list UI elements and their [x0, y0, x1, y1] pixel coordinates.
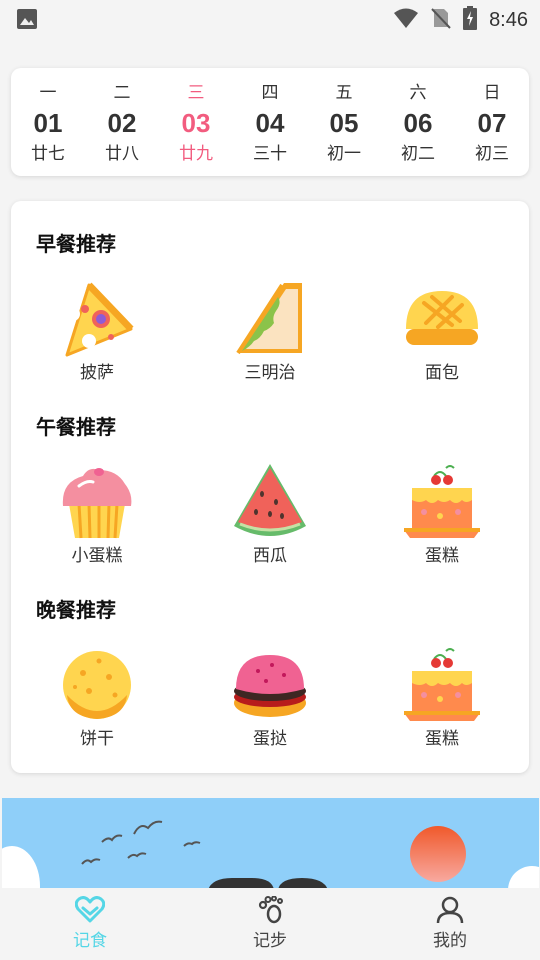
day-sat[interactable]: 六 06 初二	[381, 68, 455, 176]
status-bar: 8:46	[0, 0, 540, 38]
food-name: 蛋挞	[253, 729, 287, 749]
food-name: 西瓜	[253, 546, 287, 566]
tab-food-log[interactable]: 记食	[0, 888, 180, 960]
food-name: 饼干	[80, 729, 114, 749]
cake-icon	[404, 465, 480, 538]
cupcake-icon	[62, 468, 132, 539]
food-item-cupcake[interactable]: 小蛋糕	[27, 464, 167, 568]
sandwich-icon	[236, 283, 302, 355]
food-item-cake[interactable]: 蛋糕	[372, 464, 512, 568]
lunar-date: 廿九	[179, 144, 213, 164]
footprint-icon	[258, 896, 283, 924]
lunar-date: 廿七	[31, 144, 65, 164]
tab-steps[interactable]: 记步	[180, 888, 360, 960]
bread-icon	[406, 291, 478, 345]
food-name: 披萨	[80, 363, 114, 383]
weekday-label: 五	[335, 83, 353, 103]
sky-banner	[2, 798, 539, 890]
food-item-watermelon[interactable]: 西瓜	[200, 464, 340, 568]
tab-profile[interactable]: 我的	[360, 888, 540, 960]
food-name: 面包	[425, 363, 459, 383]
weekday-label: 日	[483, 83, 501, 103]
weekday-label: 二	[113, 83, 131, 103]
cake-icon	[404, 648, 480, 721]
food-item-cookie[interactable]: 饼干	[27, 647, 167, 751]
lunch-title: 午餐推荐	[36, 415, 116, 439]
tab-label: 记食	[73, 931, 107, 951]
lunar-date: 初三	[475, 144, 509, 164]
date-number: 05	[329, 108, 359, 138]
day-mon[interactable]: 一 01 廿七	[11, 68, 85, 176]
weekday-label: 一	[39, 83, 57, 103]
food-item-cake-2[interactable]: 蛋糕	[372, 647, 512, 751]
breakfast-title: 早餐推荐	[36, 232, 116, 256]
tab-label: 记步	[253, 931, 287, 951]
wifi-icon	[393, 7, 419, 33]
week-calendar: 一 01 廿七 二 02 廿八 三 03 廿九 四 04 三十 五 05 初一 …	[11, 68, 529, 176]
weekday-label: 六	[409, 83, 427, 103]
food-name: 小蛋糕	[71, 546, 123, 566]
lunar-date: 三十	[253, 144, 287, 164]
day-sun[interactable]: 日 07 初三	[455, 68, 529, 176]
food-item-bread[interactable]: 面包	[372, 281, 512, 385]
food-item-pizza[interactable]: 披萨	[27, 281, 167, 385]
day-tue[interactable]: 二 02 廿八	[85, 68, 159, 176]
bottom-tab-bar: 记食 记步 我的	[0, 888, 540, 960]
weekday-label: 三	[187, 83, 205, 103]
watermelon-icon	[234, 464, 306, 536]
date-number: 04	[255, 108, 285, 138]
food-item-sandwich[interactable]: 三明治	[200, 281, 340, 385]
weekday-label: 四	[261, 83, 279, 103]
lunar-date: 廿八	[105, 144, 139, 164]
day-fri[interactable]: 五 05 初一	[307, 68, 381, 176]
tab-label: 我的	[433, 931, 467, 951]
status-time: 8:46	[489, 8, 528, 31]
food-recommendations-card: 早餐推荐 披萨 三明治 面包 午餐推荐 小蛋糕 西瓜 蛋糕 晚餐推荐 饼干 蛋挞…	[11, 201, 529, 773]
gallery-notification-icon	[16, 8, 38, 34]
battery-charging-icon	[463, 6, 478, 34]
food-name: 蛋糕	[425, 729, 459, 749]
food-item-macaron[interactable]: 蛋挞	[200, 647, 340, 751]
cookie-icon	[63, 651, 131, 719]
lunar-date: 初二	[401, 144, 435, 164]
no-sim-icon	[431, 7, 451, 33]
day-wed-today[interactable]: 三 03 廿九	[159, 68, 233, 176]
lunar-date: 初一	[327, 144, 361, 164]
date-number: 02	[107, 108, 137, 138]
food-name: 蛋糕	[425, 546, 459, 566]
date-number: 03	[181, 108, 211, 138]
date-number: 07	[477, 108, 507, 138]
pizza-icon	[65, 282, 134, 357]
day-thu[interactable]: 四 04 三十	[233, 68, 307, 176]
profile-icon	[436, 896, 464, 924]
dinner-title: 晚餐推荐	[36, 598, 116, 622]
heart-icon	[75, 896, 105, 923]
sky-illustration	[2, 820, 539, 890]
food-name: 三明治	[244, 363, 296, 383]
date-number: 01	[33, 108, 63, 138]
date-number: 06	[403, 108, 433, 138]
macaron-icon	[234, 655, 306, 717]
